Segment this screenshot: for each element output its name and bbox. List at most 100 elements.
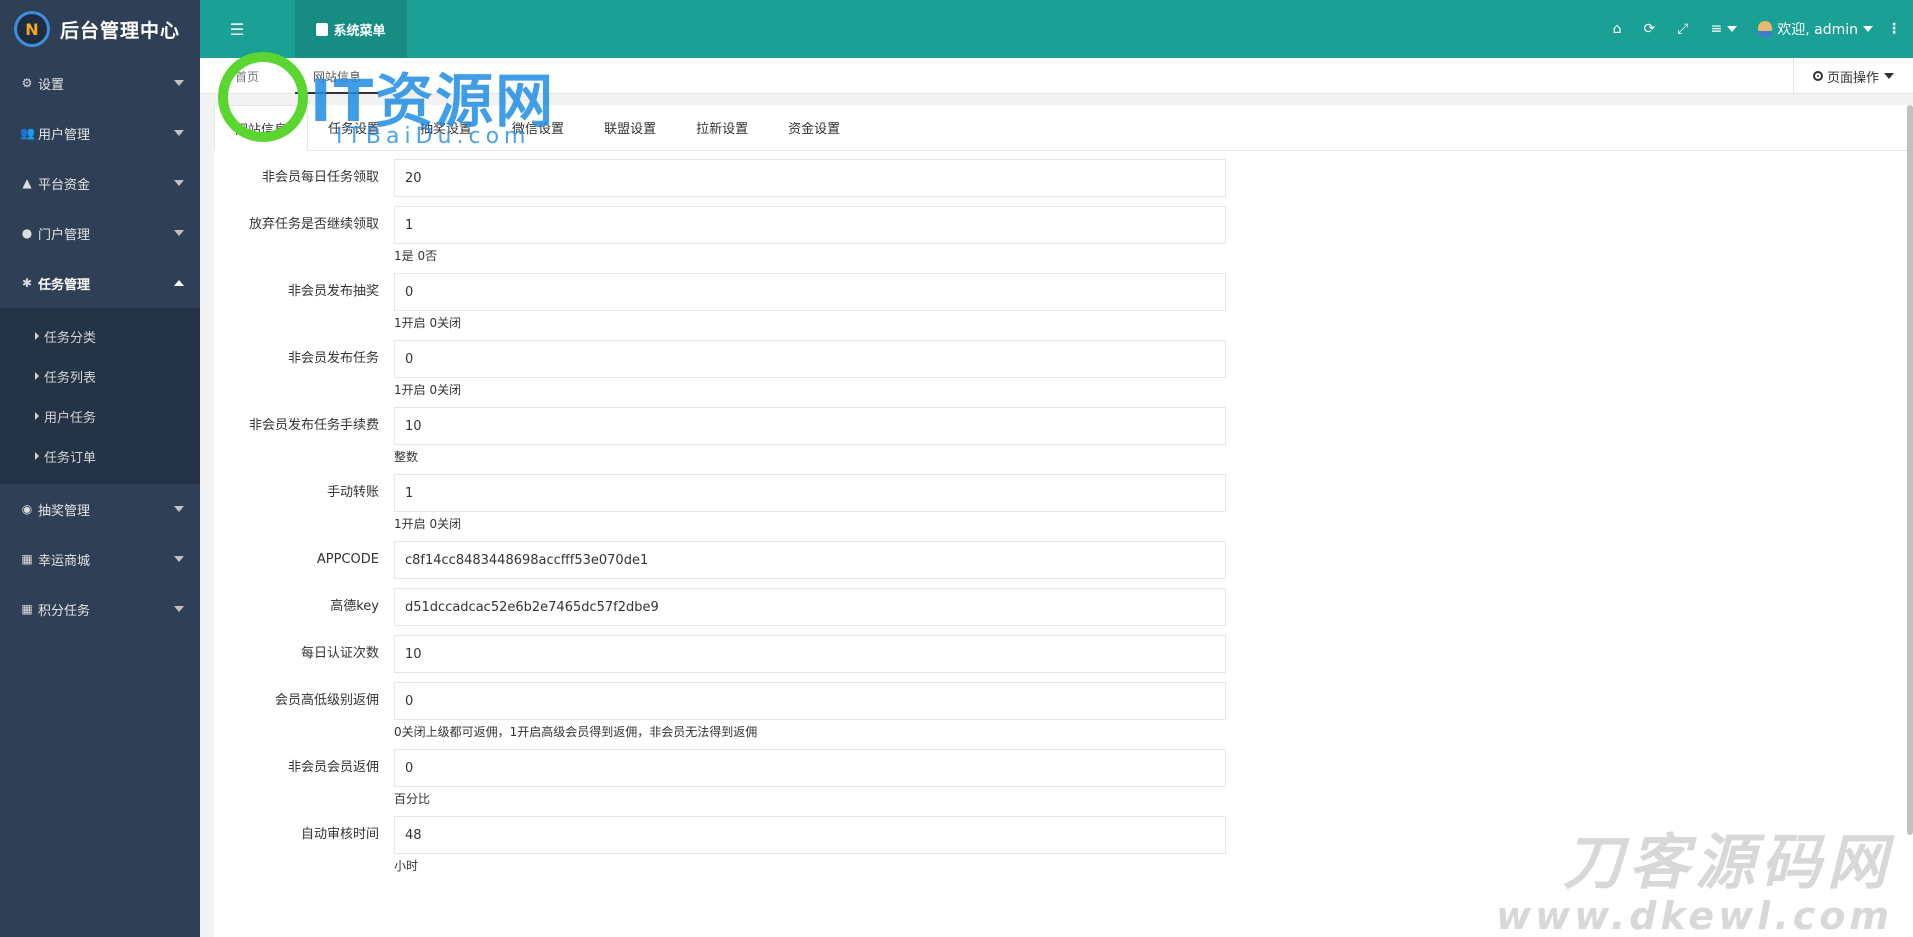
- sidebar-item-label: 任务管理: [38, 277, 91, 293]
- submenu-item-label: 用户任务: [44, 410, 97, 426]
- user-menu[interactable]: 欢迎, admin: [1758, 19, 1873, 39]
- refresh-icon[interactable]: ⟳: [1644, 21, 1656, 37]
- nonmember-publish-task-input[interactable]: [394, 340, 1226, 378]
- amap-key-input[interactable]: [394, 588, 1226, 626]
- sidebar-item-points-tasks[interactable]: ▦ 积分任务: [0, 584, 200, 634]
- tab-lottery-settings[interactable]: 抽奖设置: [400, 104, 492, 150]
- abandon-continue-input[interactable]: [394, 206, 1226, 244]
- gears-icon: ⚙: [21, 76, 33, 90]
- field-label: 非会员发布抽奖: [287, 284, 379, 299]
- task-submenu: 任务分类 任务列表 用户任务 任务订单: [0, 308, 200, 484]
- form-row: 放弃任务是否继续领取 1是 0否: [214, 206, 1913, 264]
- caret-down-icon: [174, 506, 184, 512]
- caret-down-icon: [1727, 26, 1738, 32]
- form-row: 非会员发布任务 1开启 0关闭: [214, 340, 1913, 398]
- page-operations-label: 页面操作: [1826, 70, 1879, 86]
- field-hint: 百分比: [394, 792, 431, 806]
- field-hint: 1开启 0关闭: [394, 316, 462, 330]
- sidebar-item-label: 幸运商城: [38, 553, 91, 569]
- tab-referral-settings[interactable]: 拉新设置: [676, 104, 768, 150]
- top-navbar: N 后台管理中心 ☰ 系统菜单 ⌂ ⟳ ⤢ ≡ 欢迎, admin ⋮: [0, 0, 1913, 58]
- building-icon: ▦: [21, 552, 33, 566]
- nonmember-lottery-input[interactable]: [394, 273, 1226, 311]
- home-icon[interactable]: ⌂: [1613, 21, 1622, 37]
- tab-site-info[interactable]: 网站信息: [295, 58, 380, 94]
- submenu-item-task-orders[interactable]: 任务订单: [0, 436, 200, 476]
- sidebar-item-tasks[interactable]: ✱ 任务管理: [0, 258, 200, 308]
- caret-right-icon: [35, 332, 39, 340]
- tab-funds-settings[interactable]: 资金设置: [768, 104, 860, 150]
- submenu-item-task-category[interactable]: 任务分类: [0, 316, 200, 356]
- scrollbar[interactable]: [1907, 105, 1913, 835]
- sidebar-item-lucky-mall[interactable]: ▦ 幸运商城: [0, 534, 200, 584]
- sidebar-item-settings[interactable]: ⚙ 设置: [0, 58, 200, 108]
- main-area: 首页 网站信息 页面操作 网站信息 任务设置 抽奖设置 微信设置 联盟设置 拉新…: [200, 58, 1913, 937]
- sidebar-item-lottery[interactable]: ◉ 抽奖管理: [0, 484, 200, 534]
- submenu-item-label: 任务列表: [44, 370, 97, 386]
- users-icon: 👥: [20, 126, 35, 140]
- id-card-icon: [316, 22, 329, 36]
- tab-home[interactable]: 首页: [235, 68, 259, 85]
- tab-alliance-settings[interactable]: 联盟设置: [584, 104, 676, 150]
- form-row: 非会员每日任务领取: [214, 159, 1913, 197]
- brand-title: 后台管理中心: [60, 19, 181, 42]
- submenu-item-user-tasks[interactable]: 用户任务: [0, 396, 200, 436]
- globe-icon: ●: [21, 226, 33, 240]
- page-operations-button[interactable]: 页面操作: [1793, 58, 1913, 94]
- system-menu-button[interactable]: 系统菜单: [295, 0, 407, 58]
- tab-website-info[interactable]: 网站信息: [214, 105, 309, 151]
- caret-down-icon: [174, 230, 184, 236]
- tab-wechat-settings[interactable]: 微信设置: [492, 104, 584, 150]
- publish-fee-input[interactable]: [394, 407, 1226, 445]
- form-row: 非会员会员返佣 百分比: [214, 749, 1913, 807]
- sidebar-item-label: 设置: [38, 77, 65, 93]
- auto-review-time-input[interactable]: [394, 816, 1226, 854]
- submenu-item-label: 任务订单: [44, 450, 97, 466]
- brand-logo-icon: N: [14, 11, 50, 47]
- sidebar-item-platform-funds[interactable]: ▲ 平台资金: [0, 158, 200, 208]
- fullscreen-icon[interactable]: ⤢: [1677, 21, 1688, 37]
- daily-verify-count-input[interactable]: [394, 635, 1226, 673]
- caret-down-icon: [174, 606, 184, 612]
- target-icon: [1812, 71, 1823, 81]
- caret-right-icon: [35, 372, 39, 380]
- field-label: 自动审核时间: [300, 827, 379, 842]
- appcode-input[interactable]: [394, 541, 1226, 579]
- caret-down-icon: [1884, 73, 1894, 79]
- field-hint: 0关闭上级都可返佣，1开启高级会员得到返佣，非会员无法得到返佣: [394, 725, 758, 739]
- nonmember-commission-input[interactable]: [394, 749, 1226, 787]
- form-row: 自动审核时间 小时: [214, 816, 1913, 874]
- top-right-toolbar: ⌂ ⟳ ⤢ ≡ 欢迎, admin ⋮: [1602, 0, 1913, 58]
- field-hint: 1是 0否: [394, 249, 438, 263]
- form-row: 高德key: [214, 588, 1913, 626]
- tab-task-settings[interactable]: 任务设置: [308, 104, 400, 150]
- form-row: 手动转账 1开启 0关闭: [214, 474, 1913, 532]
- sidebar-toggle-icon[interactable]: ☰: [222, 16, 252, 42]
- vertical-dots-icon[interactable]: ⋮: [1887, 21, 1901, 37]
- more-menu-button[interactable]: ≡: [1710, 21, 1738, 37]
- settings-form: 非会员每日任务领取 放弃任务是否继续领取 1是 0否 非会员发布抽奖 1开启 0…: [214, 151, 1913, 874]
- submenu-item-task-list[interactable]: 任务列表: [0, 356, 200, 396]
- field-label: 放弃任务是否继续领取: [248, 217, 379, 232]
- list-icon: ≡: [1710, 21, 1723, 37]
- field-hint: 1开启 0关闭: [394, 517, 462, 531]
- system-menu-label: 系统菜单: [333, 23, 386, 39]
- caret-down-icon: [174, 556, 184, 562]
- sidebar-item-label: 抽奖管理: [38, 503, 91, 519]
- settings-tabs: 网站信息 任务设置 抽奖设置 微信设置 联盟设置 拉新设置 资金设置: [214, 105, 1913, 151]
- sidebar-item-portal[interactable]: ● 门户管理: [0, 208, 200, 258]
- form-row: 非会员发布任务手续费 整数: [214, 407, 1913, 465]
- daily-task-limit-input[interactable]: [394, 159, 1226, 197]
- form-row: 非会员发布抽奖 1开启 0关闭: [214, 273, 1913, 331]
- field-hint: 1开启 0关闭: [394, 383, 462, 397]
- sidebar-item-label: 积分任务: [38, 603, 91, 619]
- avatar: [1758, 21, 1773, 37]
- form-row: APPCODE: [214, 541, 1913, 579]
- sidebar-item-users[interactable]: 👥 用户管理: [0, 108, 200, 158]
- brand[interactable]: N 后台管理中心: [0, 0, 200, 58]
- member-level-commission-input[interactable]: [394, 682, 1226, 720]
- field-label: 非会员会员返佣: [287, 760, 379, 775]
- caret-right-icon: [35, 412, 39, 420]
- manual-transfer-input[interactable]: [394, 474, 1226, 512]
- field-label: 高德key: [330, 599, 379, 614]
